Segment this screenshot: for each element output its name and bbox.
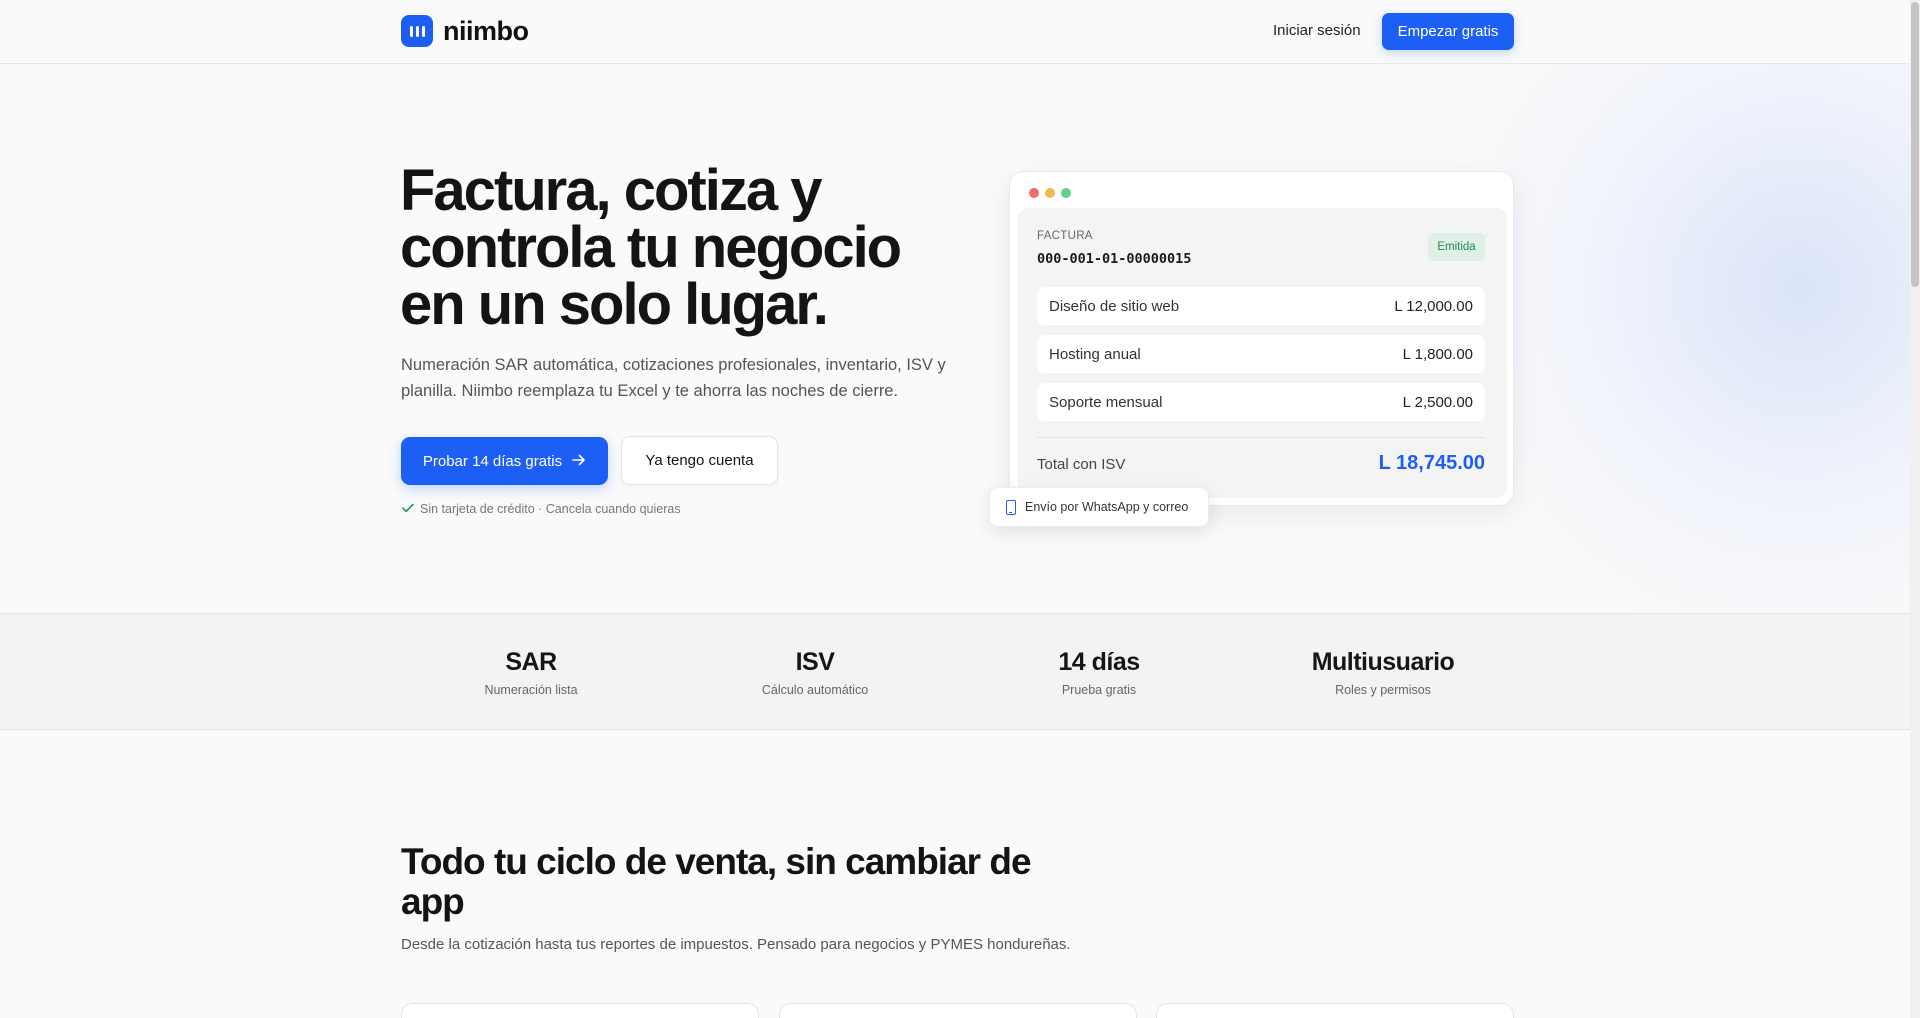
section-subtitle: Desde la cotización hasta tus reportes d… <box>401 936 1071 953</box>
try-free-label: Probar 14 días gratis <box>422 452 563 470</box>
stat-value: SAR <box>505 648 557 676</box>
login-link[interactable]: Iniciar sesión <box>1273 22 1361 39</box>
line-item-amount: L 1,800.00 <box>1402 345 1473 363</box>
invoice-divider <box>1037 437 1485 438</box>
top-navigation: niimbo Iniciar sesión Empezar gratis <box>0 0 1920 64</box>
stat-item: SAR Numeración lista <box>406 648 656 697</box>
section-title-line: Todo tu ciclo de venta, sin cambiar de <box>401 841 1032 882</box>
share-chip-text: Envío por WhatsApp y correo <box>1025 500 1189 514</box>
stat-item: ISV Cálculo automático <box>690 648 940 697</box>
status-badge: Emitida <box>1428 233 1485 261</box>
landing-page: niimbo Iniciar sesión Empezar gratis Fac… <box>0 0 1920 1018</box>
start-free-button[interactable]: Empezar gratis <box>1382 13 1514 50</box>
hero-title-line: controla tu negocio <box>400 215 902 280</box>
stat-value: 14 días <box>1058 648 1140 676</box>
feature-card[interactable] <box>779 1003 1137 1018</box>
line-item-amount: L 2,500.00 <box>1402 393 1473 411</box>
stat-label: Cálculo automático <box>761 683 869 697</box>
hero-title-line: Factura, cotiza y <box>400 158 822 223</box>
line-item-name: Soporte mensual <box>1049 393 1163 411</box>
invoice-line-item: Soporte mensual L 2,500.00 <box>1037 383 1485 421</box>
brand-logo[interactable]: niimbo <box>401 15 529 47</box>
logo-mark-icon <box>401 15 433 47</box>
line-item-amount: L 12,000.00 <box>1394 297 1473 315</box>
section-title-line: app <box>401 881 465 922</box>
check-icon <box>402 502 414 516</box>
have-account-button[interactable]: Ya tengo cuenta <box>621 436 778 485</box>
hero-subtitle-line: Numeración SAR automática, cotizaciones … <box>401 356 946 374</box>
invoice-label: FACTURA <box>1037 230 1093 242</box>
line-item-name: Diseño de sitio web <box>1049 297 1180 315</box>
hero-title: Factura, cotiza y controla tu negocio en… <box>400 158 960 337</box>
hero-subtitle: Numeración SAR automática, cotizaciones … <box>401 352 971 404</box>
brand-name: niimbo <box>443 15 529 46</box>
invoice-number: 000-001-01-00000015 <box>1037 251 1192 267</box>
invoice-line-item: Diseño de sitio web L 12,000.00 <box>1037 287 1485 325</box>
stat-label: Roles y permisos <box>1335 683 1431 697</box>
stats-band: SAR Numeración lista ISV Cálculo automát… <box>0 613 1920 730</box>
stat-label: Prueba gratis <box>1061 683 1137 697</box>
stat-item: 14 días Prueba gratis <box>974 648 1224 697</box>
line-item-name: Hosting anual <box>1049 345 1141 363</box>
page-scrollbar[interactable] <box>1910 0 1920 1018</box>
window-dot-red <box>1029 188 1039 198</box>
trial-note: Sin tarjeta de crédito · Cancela cuando … <box>402 502 681 516</box>
window-dot-green <box>1061 188 1071 198</box>
try-free-button[interactable]: Probar 14 días gratis <box>401 437 608 485</box>
window-dot-yellow <box>1045 188 1055 198</box>
scrollbar-thumb[interactable] <box>1911 2 1919 287</box>
hero-title-line: en un solo lugar. <box>400 272 829 337</box>
feature-card[interactable] <box>401 1003 759 1018</box>
stat-value: Multiusuario <box>1311 648 1455 676</box>
hero-subtitle-line: planilla. Niimbo reemplaza tu Excel y te… <box>401 382 899 400</box>
arrow-right-icon <box>572 453 586 470</box>
stat-item: Multiusuario Roles y permisos <box>1258 648 1508 697</box>
stat-value: ISV <box>795 648 835 676</box>
stat-label: Numeración lista <box>484 683 578 697</box>
feature-card[interactable] <box>1156 1003 1514 1018</box>
total-label: Total con ISV <box>1037 456 1126 473</box>
section-title: Todo tu ciclo de venta, sin cambiar de a… <box>401 842 1061 922</box>
phone-icon <box>1006 499 1016 515</box>
share-chip: Envío por WhatsApp y correo <box>989 487 1209 527</box>
total-value: L 18,745.00 <box>1378 452 1485 474</box>
trial-note-text: Sin tarjeta de crédito · Cancela cuando … <box>420 502 681 516</box>
invoice-line-item: Hosting anual L 1,800.00 <box>1037 335 1485 373</box>
